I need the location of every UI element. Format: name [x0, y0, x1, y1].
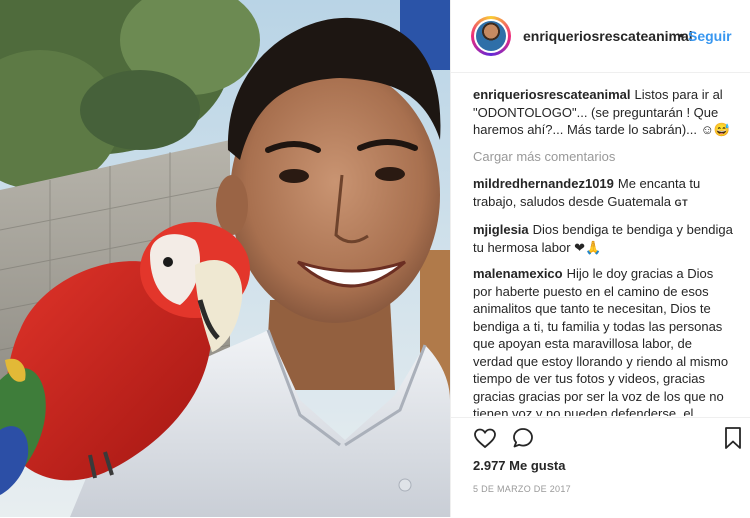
load-more-comments-link[interactable]: Cargar más comentarios	[473, 148, 735, 166]
post-date: 5 DE MARZO DE 2017	[473, 484, 571, 494]
photo-scene	[0, 0, 450, 517]
post-side-panel: enriqueriosrescateanimal • Seguir enriqu…	[450, 0, 750, 517]
comments-list[interactable]: enriqueriosrescateanimal Listos para ir a…	[473, 86, 735, 416]
comment-username[interactable]: mildredhernandez1019	[473, 176, 614, 191]
post-actions: 2.977 Me gusta 5 DE MARZO DE 2017	[451, 417, 750, 518]
likes-count[interactable]: 2.977 Me gusta	[473, 458, 566, 473]
comment-text: Hijo le doy gracias a Dios por haberte p…	[473, 266, 729, 416]
comment-item: mildredhernandez1019 Me encanta tu trabaj…	[473, 175, 735, 212]
comment-item: malenamexico Hijo le doy gracias a Dios p…	[473, 265, 735, 416]
comment-bubble-icon[interactable]	[511, 426, 535, 455]
caption-username[interactable]: enriqueriosrescateanimal	[473, 87, 631, 102]
bookmark-icon[interactable]	[723, 426, 743, 455]
separator-dot: •	[679, 27, 684, 43]
follow-button[interactable]: Seguir	[688, 28, 732, 44]
guatemala-flag-icon: GT	[674, 197, 689, 208]
comment-username[interactable]: malenamexico	[473, 266, 563, 281]
comment-item: mjiglesia Dios bendiga te bendiga y bendi…	[473, 221, 735, 256]
avatar-image	[476, 21, 506, 51]
comment-username[interactable]: mjiglesia	[473, 222, 529, 237]
heart-icon[interactable]	[473, 426, 497, 455]
post-photo[interactable]	[0, 0, 450, 517]
post-header: enriqueriosrescateanimal • Seguir	[451, 0, 750, 73]
avatar[interactable]	[474, 19, 508, 53]
header-username[interactable]: enriqueriosrescateanimal	[523, 28, 693, 44]
caption: enriqueriosrescateanimal Listos para ir a…	[473, 86, 735, 139]
story-ring[interactable]	[471, 16, 511, 56]
